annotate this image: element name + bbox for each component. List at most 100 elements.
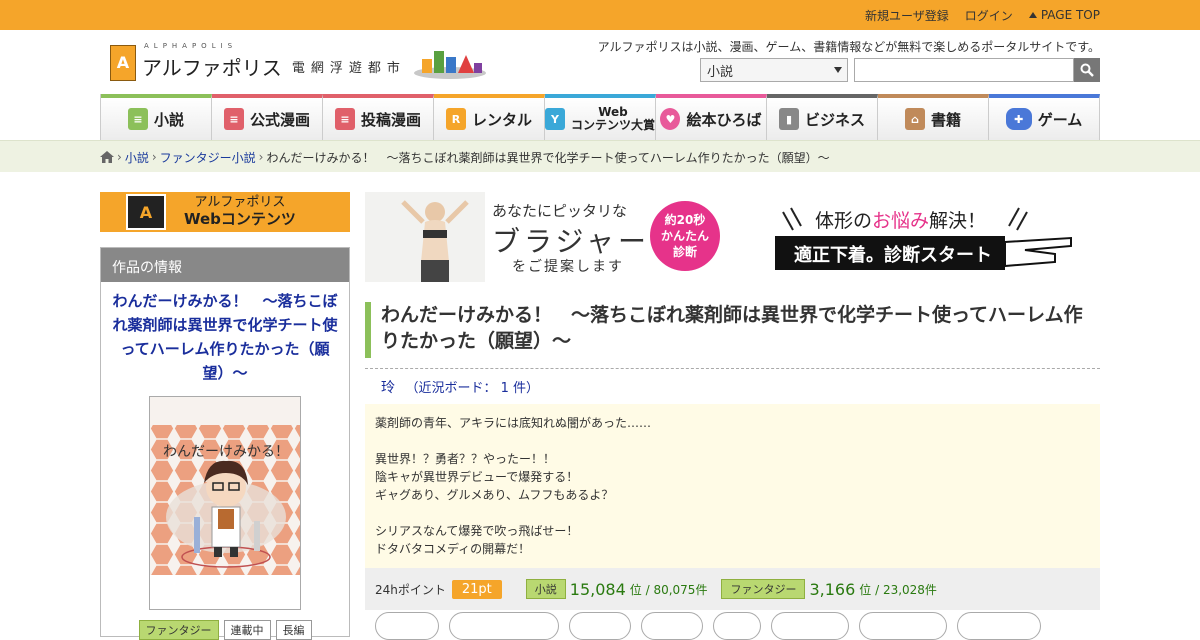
- action-button[interactable]: [641, 612, 703, 640]
- bar-chart-icon: ▮: [778, 108, 799, 130]
- banner-line-2: Webコンテンツ: [184, 210, 296, 228]
- nav-web-label-1: Web: [598, 105, 628, 119]
- manga-icon: ≡: [223, 108, 244, 130]
- search-category-value: 小説: [707, 65, 734, 80]
- logo-badge-icon: A: [110, 44, 136, 81]
- alphapolis-logo-icon: A: [126, 194, 166, 230]
- register-link[interactable]: 新規ユーザ登録: [865, 7, 949, 24]
- author-row: 玲 （近況ボード： 1 件）: [365, 368, 1100, 404]
- ad-badge: 約20秒 かんたん 診断: [650, 212, 720, 260]
- nav-business-label: ビジネス: [804, 110, 865, 129]
- page-top-label: PAGE TOP: [1040, 8, 1100, 22]
- main-nav: ≡ 小説 ≡ 公式漫画 ≡ 投稿漫画 R レンタル Y Web コンテンツ大賞 ♥…: [100, 94, 1100, 140]
- nav-business[interactable]: ▮ ビジネス: [767, 94, 878, 140]
- top-bar: 新規ユーザ登録 ログイン PAGE TOP: [0, 0, 1200, 30]
- rental-icon: R: [445, 108, 466, 130]
- sidebar-work-title[interactable]: わんだーけみかる！ 〜落ちこぼれ薬剤師は異世界で化学チート使ってハーレム作りたか…: [101, 282, 349, 392]
- web-contents-banner[interactable]: A アルファポリス Webコンテンツ: [100, 192, 350, 232]
- nav-web-label: Web コンテンツ大賞: [571, 106, 655, 132]
- breadcrumb-separator: ›: [117, 150, 122, 164]
- open-book-icon: ⌂: [904, 108, 925, 130]
- cover-illustration: [150, 425, 300, 609]
- action-button[interactable]: [449, 612, 559, 640]
- nav-novel[interactable]: ≡ 小説: [101, 94, 212, 140]
- nav-rental[interactable]: R レンタル: [434, 94, 545, 140]
- cover-title: わんだーけみかる！: [163, 444, 289, 460]
- rank-category-novel[interactable]: 小説: [525, 579, 566, 599]
- page-top-link[interactable]: PAGE TOP: [1028, 8, 1100, 22]
- ad-right-1c: 解決！: [929, 210, 987, 232]
- nav-web-contents-award[interactable]: Y Web コンテンツ大賞: [545, 94, 656, 140]
- web-contents-banner-text: アルファポリス Webコンテンツ: [184, 195, 296, 229]
- logo-sub: ALPHAPOLIS: [144, 42, 238, 50]
- trophy-icon: Y: [545, 108, 565, 130]
- synopsis: 薬剤師の青年、アキラには底知れぬ闇があった…… 異世界！？勇者？？やったー！！ …: [365, 404, 1100, 568]
- breadcrumb-genre[interactable]: ファンタジー小説: [160, 149, 256, 166]
- points-value: 21pt: [451, 579, 502, 599]
- logo-city: 電網浮遊都市: [291, 61, 406, 76]
- chevron-down-icon: [834, 67, 842, 73]
- action-button[interactable]: [569, 612, 631, 640]
- banner-line-1: アルファポリス: [194, 195, 286, 210]
- action-button[interactable]: [375, 612, 439, 640]
- home-icon[interactable]: [100, 151, 114, 163]
- manga-icon: ≡: [334, 108, 355, 130]
- ad-right-1a: 体形の: [815, 210, 873, 232]
- book-icon: ≡: [127, 108, 148, 130]
- nav-picture-book-label: 絵本ひろば: [686, 110, 762, 129]
- breadcrumb: › 小説 › ファンタジー小説 › わんだーけみかる！ 〜落ちこぼれ薬剤師は異世…: [0, 140, 1200, 172]
- rank-fantasy-total: 位 / 23,028件: [859, 582, 937, 597]
- action-button[interactable]: [713, 612, 761, 640]
- action-button[interactable]: [771, 612, 849, 640]
- tag-genre[interactable]: ファンタジー: [138, 620, 219, 640]
- login-link[interactable]: ログイン: [965, 7, 1013, 24]
- ad-right-1b: お悩み: [872, 210, 930, 232]
- triangle-up-icon: [1028, 12, 1037, 18]
- points-label: 24hポイント: [375, 582, 446, 597]
- author-link[interactable]: 玲: [381, 380, 395, 396]
- work-info-panel: 作品の情報 わんだーけみかる！ 〜落ちこぼれ薬剤師は異世界で化学チート使ってハー…: [100, 247, 350, 640]
- ad-graphic: [365, 192, 1072, 282]
- nav-official-manga[interactable]: ≡ 公式漫画: [212, 94, 323, 140]
- cover-image[interactable]: わんだーけみかる！: [149, 396, 301, 610]
- logo-text: ALPHAPOLIS アルファポリス: [142, 42, 282, 81]
- synopsis-text: 薬剤師の青年、アキラには底知れぬ闇があった…… 異世界！？勇者？？やったー！！ …: [375, 416, 652, 556]
- search-category-select[interactable]: 小説: [700, 58, 848, 82]
- work-tags: ファンタジー 連載中 長編: [101, 620, 349, 640]
- nav-books-label: 書籍: [930, 110, 961, 129]
- top-links: 新規ユーザ登録 ログイン PAGE TOP: [865, 0, 1100, 30]
- picture-book-icon: ♥: [660, 108, 681, 130]
- nav-picture-book[interactable]: ♥ 絵本ひろば: [656, 94, 767, 140]
- breadcrumb-separator: ›: [258, 150, 264, 164]
- search-button[interactable]: [1074, 58, 1100, 82]
- nav-posted-manga[interactable]: ≡ 投稿漫画: [323, 94, 434, 140]
- work-info-heading: 作品の情報: [101, 248, 349, 282]
- action-button[interactable]: [859, 612, 947, 640]
- breadcrumb-novel[interactable]: 小説: [125, 149, 149, 166]
- nav-posted-manga-label: 投稿漫画: [360, 110, 421, 129]
- site-header: A ALPHAPOLIS アルファポリス 電網浮遊都市 アルファポリスは小説、漫…: [0, 30, 1200, 94]
- ad-banner[interactable]: あなたにピッタリな ブラジャー をご提案します 約20秒 かんたん 診断 体形の…: [365, 192, 1100, 282]
- nav-game[interactable]: ✚ ゲーム: [989, 94, 1100, 140]
- ad-line-2: ブラジャー: [492, 225, 651, 258]
- ad-badge-1: 約20秒: [664, 213, 706, 227]
- ad-line-1: あなたにピッタリな: [492, 202, 628, 220]
- site-logo[interactable]: A ALPHAPOLIS アルファポリス 電網浮遊都市: [110, 42, 488, 81]
- rank-category-fantasy[interactable]: ファンタジー: [721, 579, 806, 599]
- action-button[interactable]: [957, 612, 1041, 640]
- breadcrumb-separator: ›: [151, 150, 157, 164]
- search-input[interactable]: [854, 58, 1074, 82]
- ad-badge-3: 診断: [672, 245, 697, 259]
- ad-line-3: をご提案します: [512, 259, 624, 275]
- work-title: わんだーけみかる！ 〜落ちこぼれ薬剤師は異世界で化学チート使ってハーレム作りたか…: [365, 302, 1100, 358]
- ad-cta-label: 適正下着。診断スタート: [794, 245, 992, 266]
- site-tagline: アルファポリスは小説、漫画、ゲーム、書籍情報などが無料で楽しめるポータルサイトで…: [597, 40, 1100, 54]
- status-board-link[interactable]: （近況ボード： 1 件）: [405, 381, 539, 396]
- rank-novel-total: 位 / 80,075件: [629, 582, 708, 597]
- action-buttons: [365, 612, 1100, 640]
- city-skyline-icon: [413, 50, 486, 79]
- ranking-stats: 24hポイント 21pt 小説 15,084 位 / 80,075件 ファンタジ…: [365, 568, 1100, 610]
- search-icon: [1080, 63, 1094, 77]
- nav-rental-label: レンタル: [471, 110, 532, 129]
- nav-books[interactable]: ⌂ 書籍: [878, 94, 989, 140]
